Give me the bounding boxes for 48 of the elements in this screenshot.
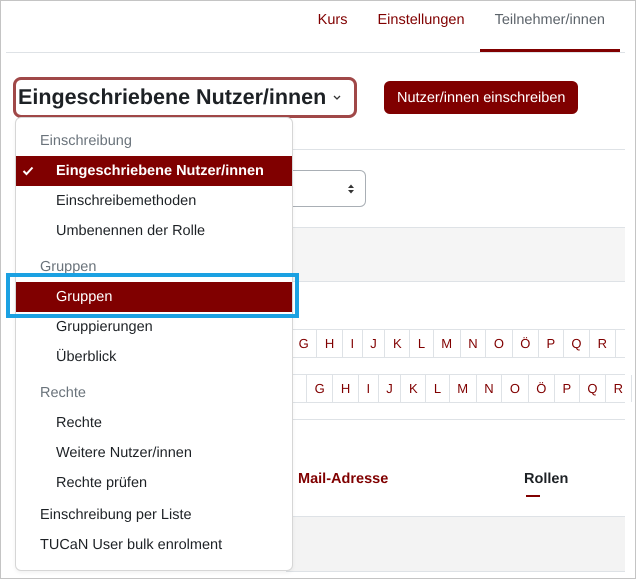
menu-item[interactable]: Eingeschriebene Nutzer/innen: [16, 156, 292, 186]
letter-link[interactable]: Ö: [512, 330, 539, 357]
menu-header: Einschreibung: [39, 132, 133, 151]
menu-item[interactable]: Weitere Nutzer/innen: [16, 438, 292, 468]
updown-icon: [347, 182, 355, 194]
letter-link[interactable]: J: [378, 375, 402, 402]
letter-link[interactable]: R: [606, 375, 632, 402]
letter-link[interactable]: R: [590, 330, 616, 357]
menu-item[interactable]: Rechte prüfen: [16, 468, 292, 498]
letter-link[interactable]: H: [317, 330, 343, 357]
letter-link[interactable]: I: [358, 375, 379, 402]
letter-link[interactable]: I: [342, 330, 363, 357]
menu-item[interactable]: TUCaN User bulk enrolment: [16, 530, 292, 560]
letter-link[interactable]: P: [538, 330, 564, 357]
check-icon: [22, 166, 34, 176]
letter-link[interactable]: Ö: [528, 375, 555, 402]
letter-link[interactable]: G: [306, 375, 334, 402]
nav-tab[interactable]: Teilnehmer/innen: [480, 1, 620, 52]
menu-item[interactable]: Umbenennen der Rolle: [16, 216, 292, 246]
menu-item[interactable]: Gruppierungen: [16, 312, 292, 342]
column-header[interactable]: Mail-Adresse: [298, 471, 524, 487]
menu-item[interactable]: Gruppen: [16, 282, 292, 312]
letter-link[interactable]: Q: [580, 375, 606, 402]
menu-header: Gruppen: [39, 258, 98, 277]
letter-link[interactable]: J: [362, 330, 386, 357]
letter-link[interactable]: O: [502, 375, 529, 402]
column-header: Rollen: [524, 471, 568, 487]
nav-tab[interactable]: Kurs: [302, 1, 362, 52]
menu-item[interactable]: Einschreibemethoden: [16, 186, 292, 216]
letter-link[interactable]: K: [385, 330, 410, 357]
letter-link[interactable]: M: [450, 375, 477, 402]
menu-header: Rechte: [39, 384, 87, 403]
menu-item[interactable]: Einschreibung per Liste: [16, 500, 292, 530]
nav-tab[interactable]: Einstellungen: [362, 1, 480, 52]
letter-link[interactable]: O: [486, 330, 513, 357]
caret-icon: [332, 94, 342, 102]
letter-link[interactable]: M: [434, 330, 461, 357]
letter-link[interactable]: H: [333, 375, 359, 402]
menu-item[interactable]: Überblick: [16, 342, 292, 372]
letter-link[interactable]: N: [476, 375, 502, 402]
enrol-button[interactable]: Nutzer/innen einschreiben: [384, 81, 578, 114]
menu-item[interactable]: Rechte: [16, 408, 292, 438]
letter-link[interactable]: L: [426, 375, 450, 402]
letter-link[interactable]: L: [410, 330, 434, 357]
letter-link[interactable]: P: [554, 375, 580, 402]
letter-link[interactable]: Q: [564, 330, 590, 357]
letter-link[interactable]: K: [401, 375, 426, 402]
letter-link[interactable]: N: [460, 330, 486, 357]
